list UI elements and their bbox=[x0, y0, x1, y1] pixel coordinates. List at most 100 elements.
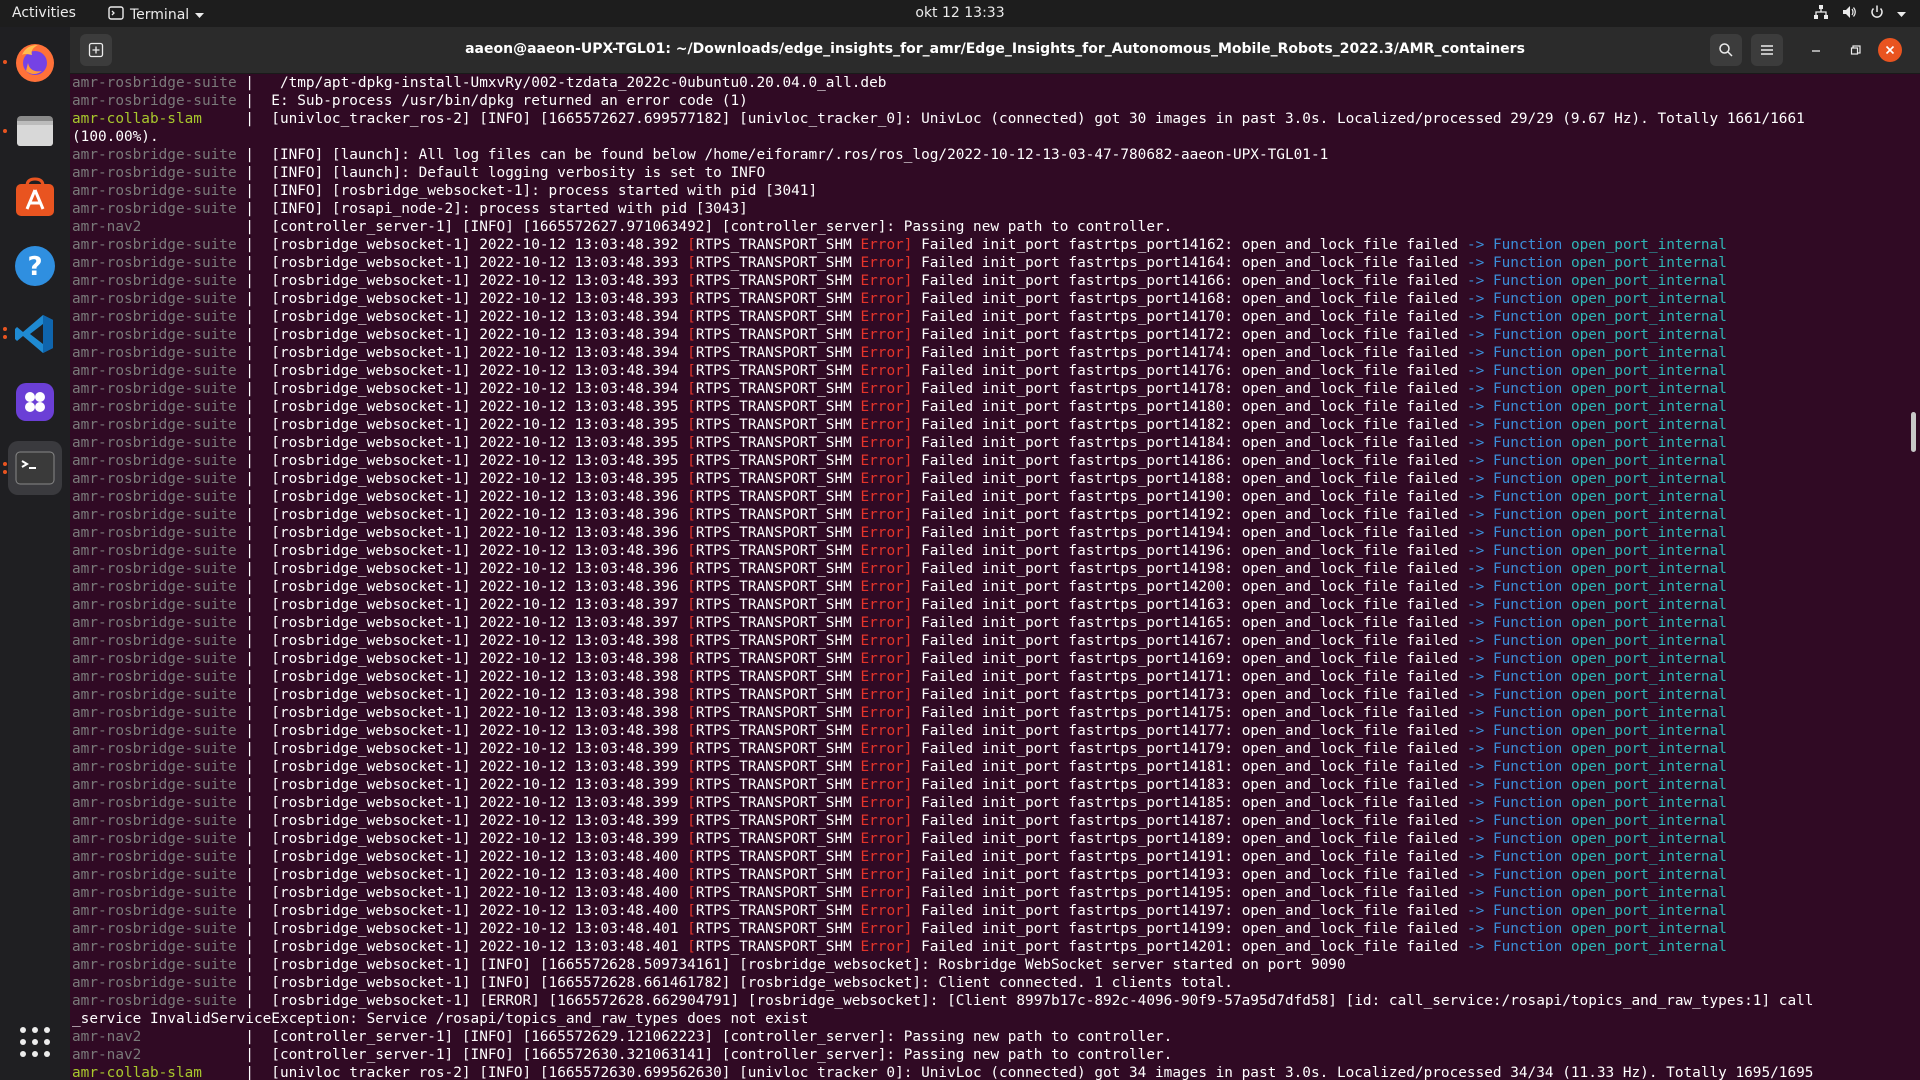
firefox-icon bbox=[16, 44, 54, 82]
terminal-line: amr-rosbridge-suite | [rosbridge_websock… bbox=[72, 813, 1727, 829]
function-name: open_port_internal bbox=[1570, 381, 1727, 397]
port-number: 14191 bbox=[1181, 849, 1225, 865]
network-icon[interactable] bbox=[1813, 4, 1829, 24]
port-number: 14183 bbox=[1181, 777, 1225, 793]
search-button[interactable] bbox=[1710, 34, 1742, 66]
terminal-line: amr-rosbridge-suite | [rosbridge_websock… bbox=[72, 327, 1727, 343]
clock[interactable]: okt 12 13:33 bbox=[915, 5, 1004, 21]
service-name: amr-rosbridge-suite bbox=[72, 201, 237, 217]
close-button[interactable] bbox=[1878, 38, 1902, 62]
bracket: ] bbox=[903, 273, 913, 289]
transport-tag: RTPS_TRANSPORT_SHM bbox=[695, 939, 852, 955]
error-level: Error bbox=[860, 597, 904, 613]
arrow: -> bbox=[1466, 687, 1485, 703]
error-message: Failed init_port fastrtps_port bbox=[921, 795, 1182, 811]
bracket: [ bbox=[687, 489, 696, 505]
transport-tag: RTPS_TRANSPORT_SHM bbox=[695, 543, 852, 559]
bracket: [ bbox=[687, 525, 696, 541]
firefox-launcher[interactable] bbox=[8, 35, 62, 89]
function-keyword: Function bbox=[1492, 471, 1563, 487]
volume-icon[interactable] bbox=[1841, 4, 1857, 24]
transport-tag: RTPS_TRANSPORT_SHM bbox=[695, 417, 852, 433]
log-timestamp: 48.401 bbox=[626, 921, 679, 937]
power-icon[interactable] bbox=[1869, 4, 1885, 24]
function-keyword: Function bbox=[1492, 417, 1563, 433]
arrow: -> bbox=[1466, 291, 1485, 307]
bracket: ] bbox=[903, 903, 913, 919]
service-name: amr-rosbridge-suite bbox=[72, 741, 237, 757]
service-name: amr-rosbridge-suite bbox=[72, 399, 237, 415]
error-level: Error bbox=[860, 795, 904, 811]
service-name: amr-rosbridge-suite bbox=[72, 669, 237, 685]
show-apps-icon bbox=[20, 1027, 50, 1057]
help-launcher[interactable]: ? bbox=[8, 239, 62, 293]
service-name: amr-rosbridge-suite bbox=[72, 507, 237, 523]
arrow: -> bbox=[1466, 741, 1485, 757]
log-prefix: [rosbridge_websocket-1] 2022-10-12 13:03… bbox=[271, 939, 627, 955]
function-keyword: Function bbox=[1492, 687, 1563, 703]
bracket: ] bbox=[903, 489, 913, 505]
log-timestamp: 48.399 bbox=[626, 813, 679, 829]
chevron-down-icon[interactable] bbox=[1897, 6, 1906, 22]
menu-button[interactable] bbox=[1751, 34, 1783, 66]
line-text: [INFO] [rosapi_node-2]: process started … bbox=[271, 201, 748, 217]
function-name: open_port_internal bbox=[1570, 831, 1727, 847]
error-level: Error bbox=[860, 885, 904, 901]
maximize-button[interactable] bbox=[1840, 34, 1872, 66]
log-timestamp: 48.396 bbox=[626, 489, 679, 505]
header-bar[interactable]: aaeon@aaeon-UPX-TGL01: ~/Downloads/edge_… bbox=[70, 27, 1920, 74]
bracket: ] bbox=[903, 381, 913, 397]
log-prefix: [rosbridge_websocket-1] 2022-10-12 13:03… bbox=[271, 543, 627, 559]
port-number: 14171 bbox=[1181, 669, 1225, 685]
log-timestamp: 48.398 bbox=[626, 651, 679, 667]
function-keyword: Function bbox=[1492, 849, 1563, 865]
service-name: amr-rosbridge-suite bbox=[72, 939, 237, 955]
line-text: [univloc_tracker_ros-2] [INFO] [16655726… bbox=[271, 111, 1805, 127]
arrow: -> bbox=[1466, 273, 1485, 289]
service-name: amr-rosbridge-suite bbox=[72, 957, 237, 973]
terminal-line: amr-rosbridge-suite | [rosbridge_websock… bbox=[72, 615, 1727, 631]
system-tray[interactable] bbox=[1813, 4, 1906, 24]
error-message: : open_and_lock_file failed bbox=[1224, 363, 1467, 379]
files-launcher[interactable] bbox=[8, 103, 62, 157]
bracket: ] bbox=[903, 543, 913, 559]
slack-launcher[interactable] bbox=[8, 375, 62, 429]
error-level: Error bbox=[860, 903, 904, 919]
error-message: Failed init_port fastrtps_port bbox=[921, 345, 1182, 361]
transport-tag: RTPS_TRANSPORT_SHM bbox=[695, 597, 852, 613]
function-name: open_port_internal bbox=[1570, 687, 1727, 703]
bracket: [ bbox=[687, 435, 696, 451]
terminal-line: amr-rosbridge-suite | [rosbridge_websock… bbox=[72, 237, 1727, 253]
bracket: ] bbox=[903, 867, 913, 883]
software-launcher[interactable] bbox=[8, 171, 62, 225]
app-menu[interactable]: Terminal bbox=[108, 5, 205, 25]
error-message: : open_and_lock_file failed bbox=[1224, 903, 1467, 919]
bracket: ] bbox=[903, 687, 913, 703]
scrollbar-thumb[interactable] bbox=[1911, 412, 1916, 452]
terminal-line: amr-rosbridge-suite | [INFO] [launch]: D… bbox=[72, 165, 766, 181]
error-message: : open_and_lock_file failed bbox=[1224, 831, 1467, 847]
terminal-line: amr-rosbridge-suite | [rosbridge_websock… bbox=[72, 255, 1727, 271]
terminal-line: amr-nav2 | [controller_server-1] [INFO] … bbox=[72, 219, 1173, 235]
transport-tag: RTPS_TRANSPORT_SHM bbox=[695, 723, 852, 739]
service-name: amr-rosbridge-suite bbox=[72, 543, 237, 559]
window-title: aaeon@aaeon-UPX-TGL01: ~/Downloads/edge_… bbox=[465, 41, 1525, 57]
terminal-output[interactable]: amr-rosbridge-suite | /tmp/apt-dpkg-inst… bbox=[72, 74, 1902, 1080]
activities-button[interactable]: Activities bbox=[12, 5, 76, 21]
log-timestamp: 48.400 bbox=[626, 849, 679, 865]
terminal-line: amr-rosbridge-suite | [rosbridge_websock… bbox=[72, 453, 1727, 469]
transport-tag: RTPS_TRANSPORT_SHM bbox=[695, 255, 852, 271]
bracket: ] bbox=[903, 651, 913, 667]
show-apps-button[interactable] bbox=[8, 1015, 62, 1069]
log-prefix: [rosbridge_websocket-1] 2022-10-12 13:03… bbox=[271, 561, 627, 577]
terminal-launcher[interactable] bbox=[8, 441, 62, 495]
function-name: open_port_internal bbox=[1570, 741, 1727, 757]
arrow: -> bbox=[1466, 543, 1485, 559]
minimize-button[interactable] bbox=[1800, 34, 1832, 66]
minimize-icon bbox=[1812, 50, 1820, 52]
error-message: Failed init_port fastrtps_port bbox=[921, 237, 1182, 253]
function-name: open_port_internal bbox=[1570, 939, 1727, 955]
vscode-launcher[interactable] bbox=[8, 307, 62, 361]
log-timestamp: 48.400 bbox=[626, 903, 679, 919]
bracket: ] bbox=[903, 327, 913, 343]
